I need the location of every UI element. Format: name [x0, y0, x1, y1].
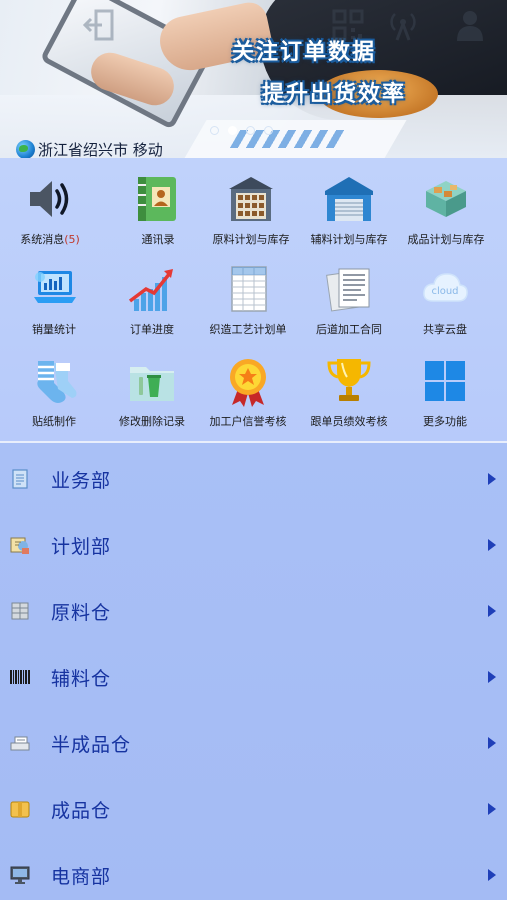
grid-item-contacts[interactable]: 通讯录 [108, 173, 208, 247]
socks-icon [28, 355, 80, 407]
dept-label: 计划部 [51, 535, 112, 558]
message-count-badge: (5) [64, 233, 80, 246]
monitor-icon [9, 864, 31, 886]
function-grid: 系统消息(5) 通讯录 原料计划与库存 辅料计划与库存 成品计划与库存 销量统计 [0, 158, 507, 442]
signal-tower-icon[interactable] [385, 8, 421, 42]
storage-icon [9, 600, 31, 622]
location-indicator: 浙江省绍兴市 移动 [16, 139, 163, 158]
grid-item-accessory-plan[interactable]: 辅料计划与库存 [299, 173, 399, 247]
grid-label: 原料计划与库存 [212, 233, 290, 246]
grid-item-merchandiser-performance[interactable]: 跟单员绩效考核 [299, 355, 399, 429]
grid-item-more-functions[interactable]: 更多功能 [395, 355, 495, 429]
chevron-right-icon [488, 539, 496, 551]
logout-icon[interactable] [82, 8, 118, 42]
grid-item-raw-material-plan[interactable]: 原料计划与库存 [201, 173, 301, 247]
grid-label: 贴纸制作 [32, 415, 76, 428]
grid-item-sales-stats[interactable]: 销量统计 [4, 263, 104, 337]
dept-row-semi-finished-warehouse[interactable]: 半成品仓 [0, 710, 507, 776]
carousel-indicator [210, 126, 273, 135]
qr-code-icon[interactable] [330, 8, 366, 42]
carousel-dot[interactable] [210, 126, 219, 135]
isometric-warehouse-icon [420, 173, 472, 225]
chevron-right-icon [488, 473, 496, 485]
speaker-icon [24, 173, 76, 225]
trophy-icon [323, 355, 375, 407]
banner-carousel[interactable]: 关注订单数据 提升出货效率 浙江省绍兴市 移动 [0, 0, 507, 158]
location-text: 浙江省绍兴市 移动 [38, 141, 163, 158]
svg-text:cloud: cloud [431, 286, 458, 297]
grid-label: 销量统计 [32, 323, 76, 336]
chevron-right-icon [488, 605, 496, 617]
dept-label: 业务部 [51, 469, 112, 492]
growth-chart-icon [126, 263, 178, 315]
grid-item-post-processing-contract[interactable]: 后道加工合同 [299, 263, 399, 337]
gold-medal-icon [222, 355, 274, 407]
grid-label: 更多功能 [423, 415, 467, 428]
grid-item-weaving-plan[interactable]: 织造工艺计划单 [198, 263, 298, 337]
grid-item-order-progress[interactable]: 订单进度 [102, 263, 202, 337]
carousel-dot[interactable] [264, 126, 273, 135]
dept-row-ecommerce[interactable]: 电商部 [0, 842, 507, 900]
dept-label: 成品仓 [51, 799, 112, 822]
dept-row-planning[interactable]: 计划部 [0, 512, 507, 578]
globe-icon [16, 140, 35, 158]
grid-label: 共享云盘 [423, 323, 467, 336]
barcode-icon [9, 666, 31, 688]
grid-label: 订单进度 [130, 323, 174, 336]
contract-documents-icon [323, 263, 375, 315]
user-icon[interactable] [452, 8, 488, 42]
folder-trash-icon [126, 355, 178, 407]
dept-row-accessory-warehouse[interactable]: 辅料仓 [0, 644, 507, 710]
contacts-book-icon [132, 173, 184, 225]
grid-item-shared-cloud[interactable]: cloud 共享云盘 [395, 263, 495, 337]
spreadsheet-icon [222, 263, 274, 315]
tray-icon [9, 732, 31, 754]
chevron-right-icon [488, 671, 496, 683]
windows-grid-icon [419, 355, 471, 407]
grid-label: 后道加工合同 [316, 323, 382, 336]
chevron-right-icon [488, 737, 496, 749]
grid-label: 跟单员绩效考核 [310, 415, 388, 428]
carousel-dot-active[interactable] [228, 126, 237, 135]
grid-item-processor-credit[interactable]: 加工户信誉考核 [198, 355, 298, 429]
dept-label: 原料仓 [51, 601, 112, 624]
dept-label: 半成品仓 [51, 733, 132, 756]
dept-row-business[interactable]: 业务部 [0, 446, 507, 512]
grid-label: 加工户信誉考核 [209, 415, 287, 428]
dept-row-finished-goods-warehouse[interactable]: 成品仓 [0, 776, 507, 842]
planning-icon [9, 534, 31, 556]
carousel-dot[interactable] [246, 126, 255, 135]
laptop-chart-icon [28, 263, 80, 315]
document-icon [9, 468, 31, 490]
grid-label: 织造工艺计划单 [209, 323, 287, 336]
grid-label: 系统消息 [20, 233, 65, 246]
grid-label: 辅料计划与库存 [310, 233, 388, 246]
grid-item-system-messages[interactable]: 系统消息(5) [0, 173, 100, 247]
grid-item-finished-plan[interactable]: 成品计划与库存 [396, 173, 496, 247]
grid-label: 成品计划与库存 [407, 233, 485, 246]
dept-label: 辅料仓 [51, 667, 112, 690]
grid-item-sticker-making[interactable]: 贴纸制作 [4, 355, 104, 429]
grid-item-edit-delete-log[interactable]: 修改删除记录 [102, 355, 202, 429]
grid-label: 修改删除记录 [119, 415, 185, 428]
package-icon [9, 798, 31, 820]
banner-slogan-line2: 提升出货效率 [262, 82, 407, 107]
cloud-icon: cloud [419, 263, 471, 315]
grid-label: 通讯录 [141, 233, 175, 246]
warehouse-shelves-icon [225, 173, 277, 225]
department-list: 业务部 计划部 原料仓 辅料仓 半成品仓 成品仓 电商部 [0, 443, 507, 900]
chevron-right-icon [488, 869, 496, 881]
chevron-right-icon [488, 803, 496, 815]
warehouse-blue-icon [323, 173, 375, 225]
dept-label: 电商部 [51, 865, 112, 888]
dept-row-raw-material-warehouse[interactable]: 原料仓 [0, 578, 507, 644]
